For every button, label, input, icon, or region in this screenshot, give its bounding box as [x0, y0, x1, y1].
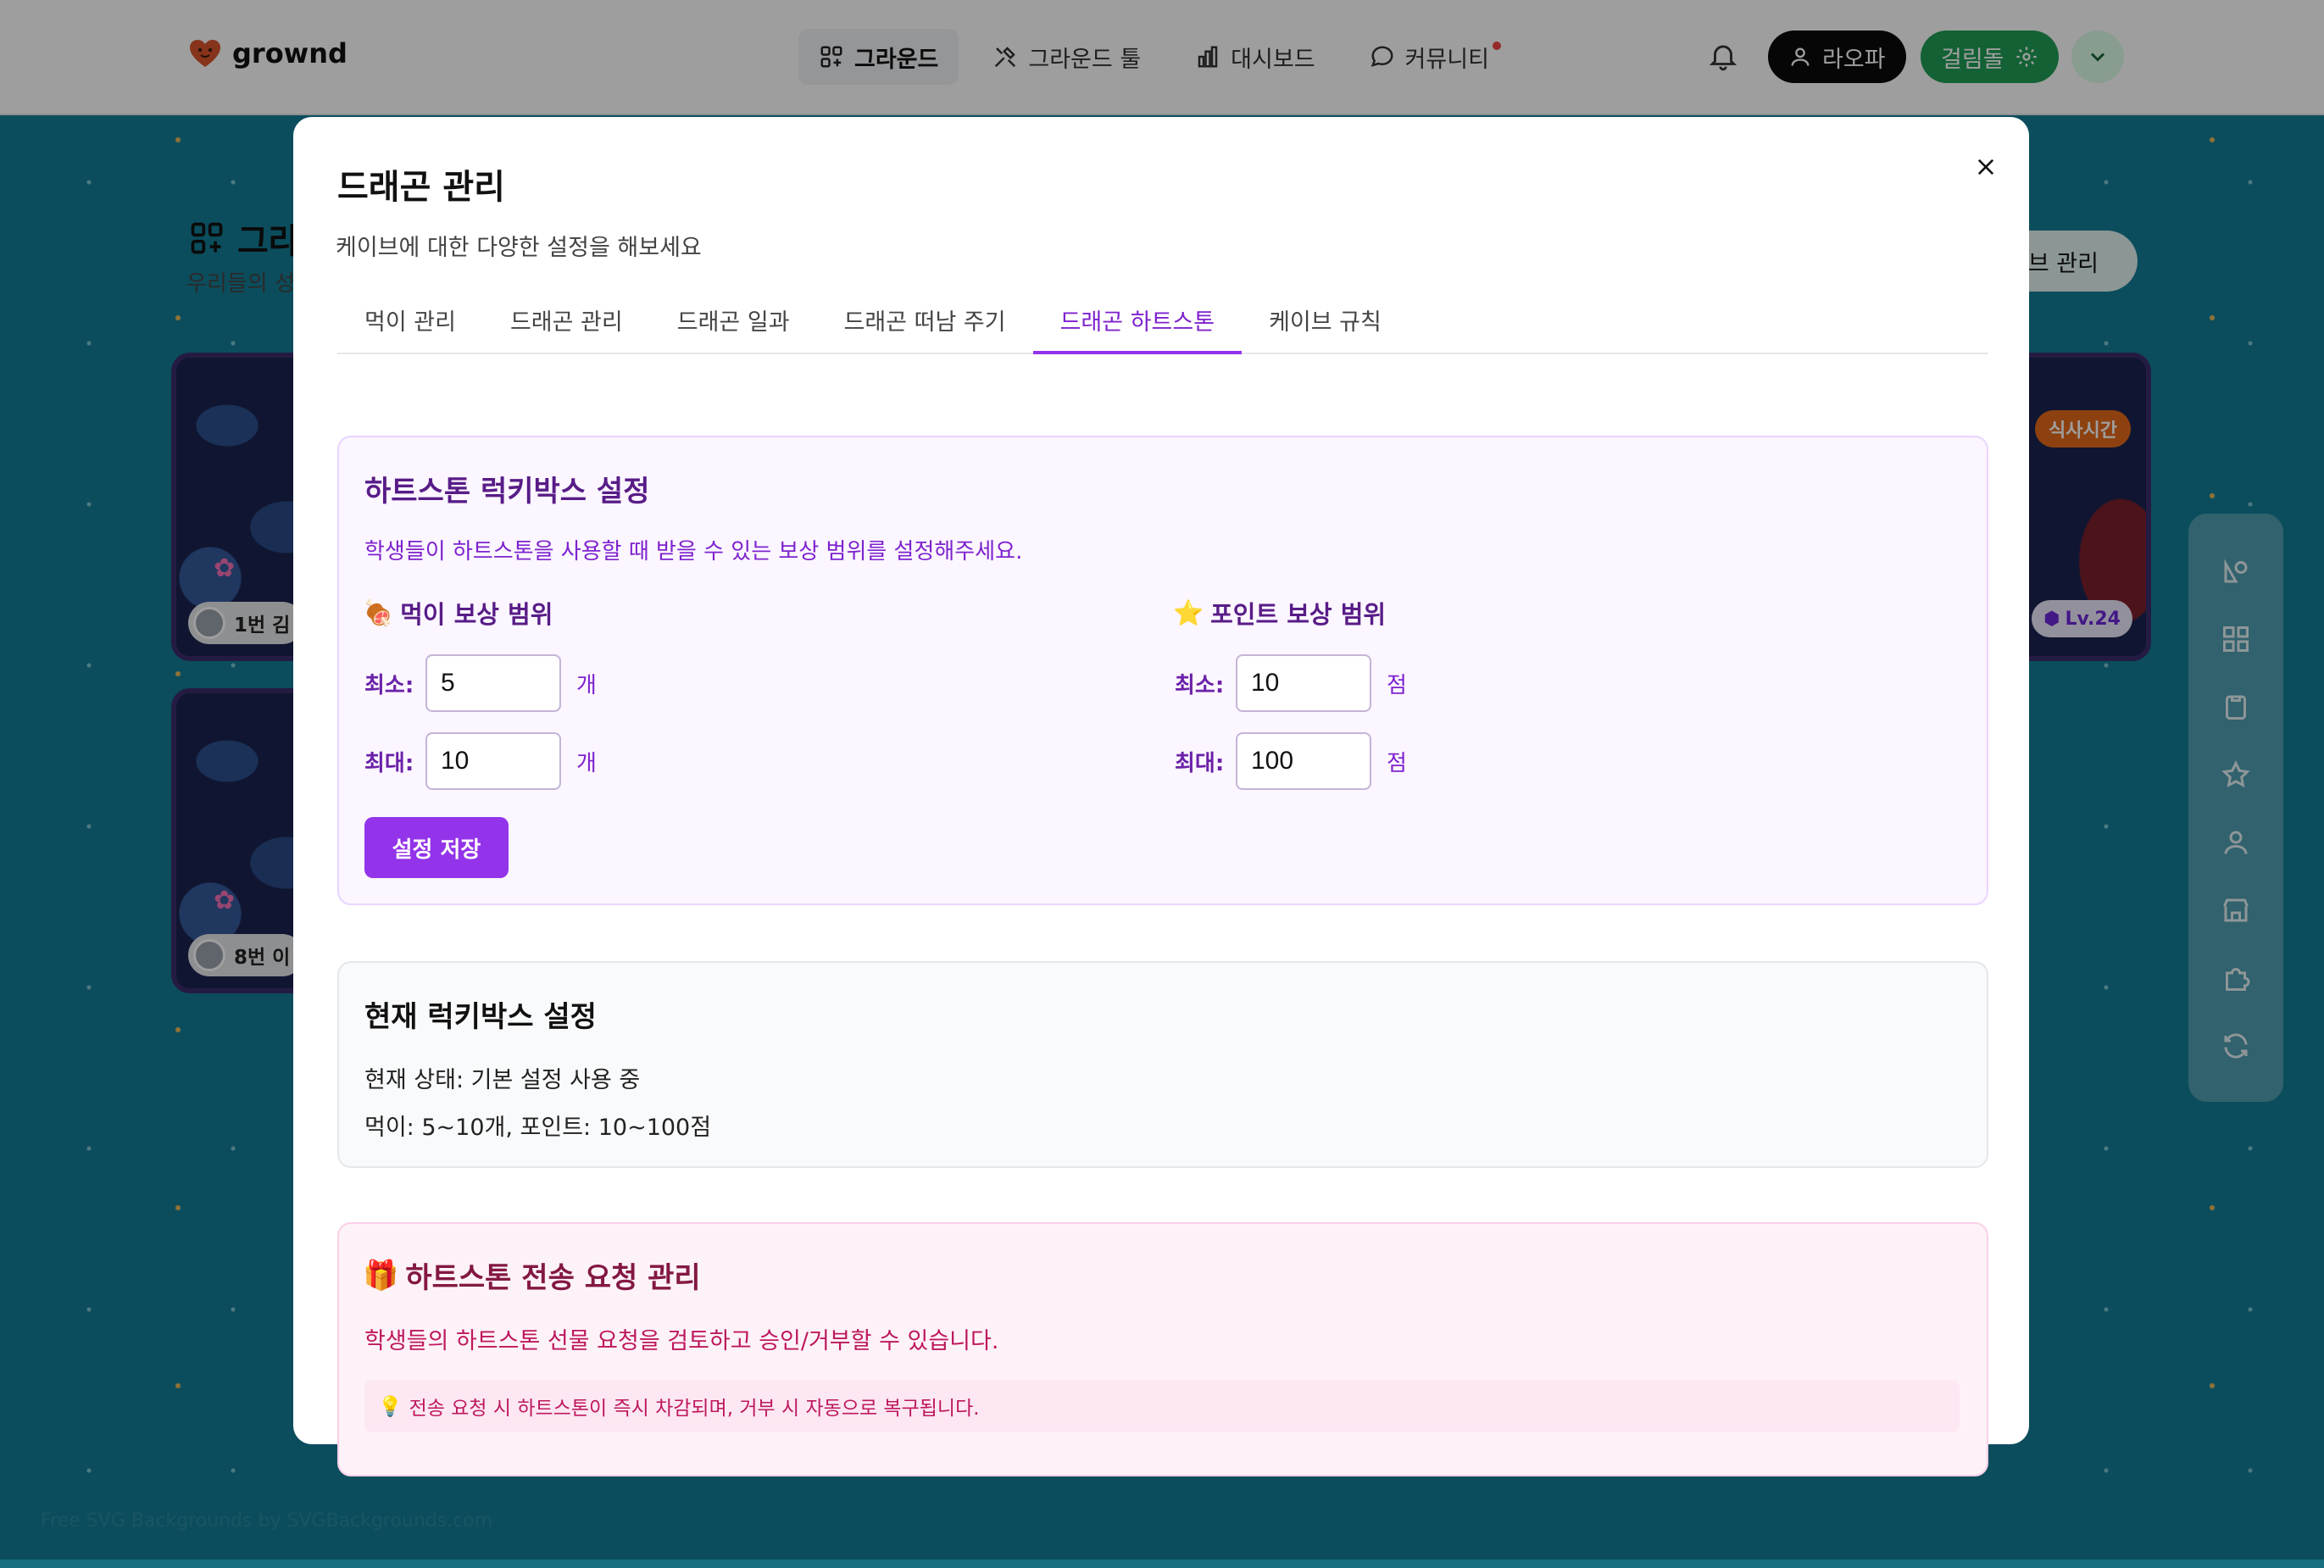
transfer-tip: 💡 전송 요청 시 하트스톤이 즉시 차감되며, 거부 시 자동으로 복구됩니다…	[364, 1380, 1960, 1432]
lightbulb-icon: 💡	[378, 1395, 403, 1418]
save-settings-button[interactable]: 설정 저장	[364, 817, 509, 878]
luckybox-description: 학생들이 하트스톤을 사용할 때 받을 수 있는 보상 범위를 설정해주세요.	[364, 539, 1023, 564]
tab-heartstone[interactable]: 드래곤 하트스톤	[1032, 288, 1243, 354]
transfer-requests-heading: 🎁 하트스톤 전송 요청 관리	[363, 1254, 701, 1296]
star-icon: ⭐	[1173, 598, 1204, 627]
current-settings-heading: 현재 럭키박스 설정	[364, 1000, 597, 1034]
food-max-input[interactable]	[425, 732, 561, 790]
gift-icon: 🎁	[363, 1258, 399, 1293]
food-min-input[interactable]	[425, 654, 561, 712]
tab-cave-rules[interactable]: 케이브 규칙	[1242, 288, 1409, 354]
food-min-label: 최소:	[364, 673, 414, 698]
food-max-label: 최대:	[364, 751, 414, 776]
points-min-label: 최소:	[1175, 673, 1225, 698]
points-range-heading: ⭐ 포인트 보상 범위	[1173, 595, 1386, 631]
transfer-tip-text: 전송 요청 시 하트스톤이 즉시 차감되며, 거부 시 자동으로 복구됩니다.	[409, 1398, 980, 1420]
close-icon	[1977, 158, 1994, 175]
points-min-input[interactable]	[1236, 654, 1371, 712]
current-status-text: 현재 상태: 기본 설정 사용 중	[364, 1067, 641, 1093]
food-max-unit: 개	[576, 751, 597, 776]
modal-tabs: 먹이 관리 드래곤 관리 드래곤 일과 드래곤 떠남 주기 드래곤 하트스톤 케…	[337, 288, 1988, 354]
meat-icon: 🍖	[363, 598, 394, 627]
food-range-title: 먹이 보상 범위	[400, 600, 553, 629]
tab-routine[interactable]: 드래곤 일과	[650, 288, 817, 354]
food-range-heading: 🍖 먹이 보상 범위	[363, 595, 553, 631]
transfer-requests-title: 하트스톤 전송 요청 관리	[405, 1261, 701, 1295]
points-range-title: 포인트 보상 범위	[1210, 600, 1387, 629]
close-button[interactable]	[1963, 144, 2009, 190]
modal-description: 케이브에 대한 다양한 설정을 해보세요	[336, 235, 702, 261]
food-min-unit: 개	[576, 673, 597, 698]
tab-dragon[interactable]: 드래곤 관리	[483, 288, 650, 354]
current-summary-text: 먹이: 5~10개, 포인트: 10~100점	[364, 1115, 712, 1141]
modal-title: 드래곤 관리	[337, 168, 505, 207]
points-max-label: 최대:	[1175, 751, 1225, 776]
transfer-requests-description: 학생들의 하트스톤 선물 요청을 검토하고 승인/거부할 수 있습니다.	[364, 1328, 999, 1354]
tab-food[interactable]: 먹이 관리	[337, 288, 483, 354]
points-max-input[interactable]	[1236, 732, 1371, 790]
points-min-unit: 점	[1387, 673, 1407, 698]
points-max-unit: 점	[1387, 751, 1407, 776]
tab-leave-cycle[interactable]: 드래곤 떠남 주기	[817, 288, 1033, 354]
luckybox-heading: 하트스톤 럭키박스 설정	[364, 475, 650, 509]
